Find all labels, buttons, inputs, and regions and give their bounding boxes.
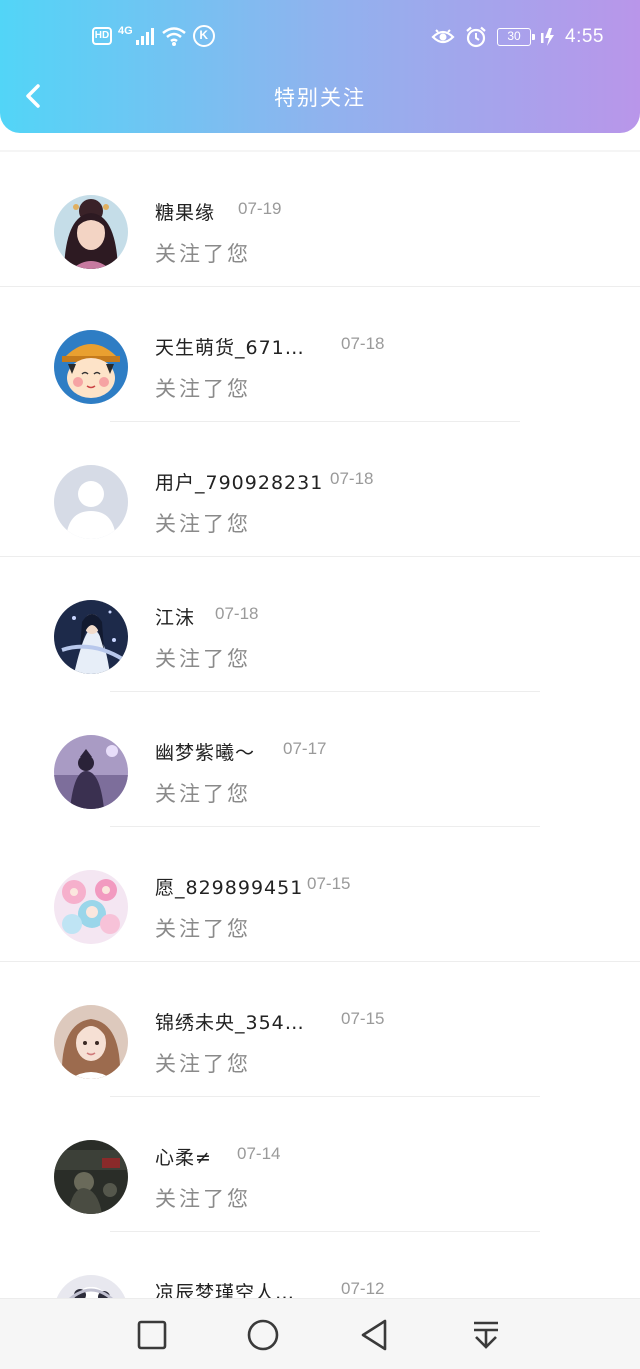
follow-date: 07-17: [283, 739, 327, 758]
list-item[interactable]: 用户_790928231 07-18 关注了您: [0, 422, 640, 557]
recent-apps-icon[interactable]: [134, 1317, 170, 1353]
follow-date: 07-15: [307, 874, 351, 893]
user-name: 锦绣未央_354…: [155, 1012, 305, 1034]
follow-date: 07-18: [215, 604, 259, 623]
default-avatar-icon[interactable]: [54, 465, 128, 539]
page-title: 特别关注: [274, 86, 366, 110]
header-bar: HD 4G K 30 4:55 特别关注: [0, 0, 640, 133]
wifi-icon: [161, 27, 186, 46]
follow-date: 07-15: [341, 1009, 385, 1028]
signal-icon: [135, 28, 154, 45]
follow-action-text: 关注了您: [155, 377, 251, 401]
user-name: 江沫: [155, 607, 196, 629]
back-icon[interactable]: [357, 1317, 393, 1353]
follow-action-text: 关注了您: [155, 647, 251, 671]
status-bar-right: 30 4:55: [431, 23, 604, 51]
list-item[interactable]: 心柔≠ 07-14 关注了您: [0, 1097, 640, 1232]
hd-icon: HD: [92, 27, 112, 45]
follow-action-text: 关注了您: [155, 917, 251, 941]
avatar[interactable]: [54, 1140, 128, 1214]
list-item[interactable]: 江沫 07-18 关注了您: [0, 557, 640, 692]
follow-action-text: 关注了您: [155, 512, 251, 536]
avatar[interactable]: [54, 735, 128, 809]
user-name: 天生萌货_671…: [155, 337, 305, 359]
follow-date: 07-18: [341, 334, 385, 353]
eye-comfort-icon: [431, 29, 455, 44]
status-bar: HD 4G K 30 4:55: [0, 0, 640, 72]
status-bar-left: HD 4G K: [92, 23, 215, 49]
user-name: 愿_829899451: [155, 877, 304, 899]
system-nav-bar: [0, 1298, 640, 1369]
avatar[interactable]: [54, 600, 128, 674]
notification-pulldown-icon[interactable]: [468, 1317, 504, 1353]
follow-date: 07-18: [330, 469, 374, 488]
user-name: 心柔≠: [155, 1147, 212, 1169]
user-name: 用户_790928231: [155, 472, 324, 494]
network-type-label: 4G: [118, 25, 133, 37]
follow-date: 07-12: [341, 1279, 385, 1298]
k-app-icon: K: [192, 25, 215, 47]
user-name: 幽梦紫曦～: [155, 742, 256, 764]
follow-action-text: 关注了您: [155, 1187, 251, 1211]
follow-action-text: 关注了您: [155, 782, 251, 806]
avatar[interactable]: [54, 870, 128, 944]
user-name: 糖果缘: [155, 202, 216, 224]
follower-list: 糖果缘 07-19 关注了您 天生萌货_671… 07-18 关注了您 用户_7…: [0, 150, 640, 1367]
avatar[interactable]: [54, 330, 128, 404]
follow-action-text: 关注了您: [155, 1052, 251, 1076]
charging-icon: [541, 28, 555, 46]
battery-icon: 30: [497, 28, 536, 46]
list-item[interactable]: 锦绣未央_354… 07-15 关注了您: [0, 962, 640, 1097]
home-icon[interactable]: [245, 1317, 281, 1353]
alarm-icon: [466, 26, 486, 48]
follow-date: 07-14: [237, 1144, 281, 1163]
clock: 4:55: [565, 26, 604, 47]
avatar[interactable]: [54, 195, 128, 269]
list-item[interactable]: 幽梦紫曦～ 07-17 关注了您: [0, 692, 640, 827]
list-item[interactable]: 愿_829899451 07-15 关注了您: [0, 827, 640, 962]
follow-date: 07-19: [238, 199, 282, 218]
follow-action-text: 关注了您: [155, 242, 251, 266]
avatar[interactable]: [54, 1005, 128, 1079]
list-item[interactable]: 糖果缘 07-19 关注了您: [0, 152, 640, 287]
list-item[interactable]: 天生萌货_671… 07-18 关注了您: [0, 287, 640, 422]
